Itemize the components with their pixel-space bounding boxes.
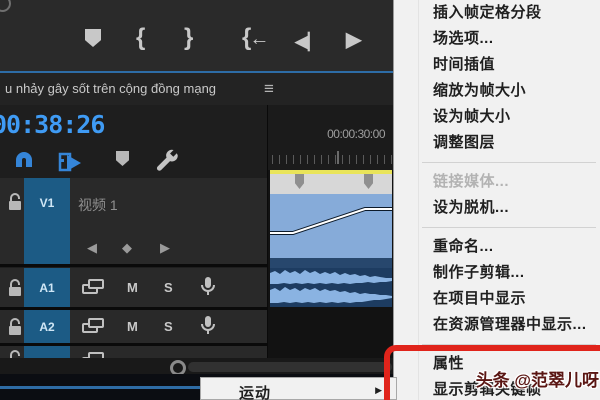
menu-separator (422, 227, 596, 228)
menu-item-10[interactable]: 制作子剪辑... (394, 260, 600, 286)
track-target-a2-button[interactable]: A2 (24, 310, 70, 343)
menu-item-7: 链接媒体... (394, 169, 600, 195)
keyframes-submenu: 运动 ▶ (200, 377, 397, 400)
menu-item-4[interactable]: 缩放为帧大小 (394, 78, 600, 104)
clip-fx-banner[interactable] (270, 174, 392, 194)
opacity-rubber-band[interactable] (270, 194, 392, 258)
mark-out-icon[interactable]: } (184, 26, 193, 50)
mark-in-icon[interactable]: { (136, 26, 145, 50)
track-header-a2: A2 M S (0, 310, 268, 343)
solo-button[interactable]: S (164, 319, 173, 334)
submenu-arrow-icon: ▶ (375, 385, 382, 396)
program-toolbar: { } {← ◀▏ ▶ (0, 0, 393, 71)
context-menu-items: 插入帧定格分段场选项...时间插值缩放为帧大小设为帧大小调整图层链接媒体...设… (394, 0, 600, 400)
menu-item-11[interactable]: 在项目中显示 (394, 286, 600, 312)
timeline-lanes (268, 170, 393, 358)
go-to-in-icon[interactable]: {← (242, 26, 267, 51)
sync-lock-icon[interactable] (82, 277, 104, 297)
ruler-major-tick (337, 151, 339, 164)
video-clip[interactable] (270, 194, 392, 258)
clip-marker-pin-icon (295, 174, 304, 189)
timeline-toolbar (0, 147, 268, 179)
lock-icon[interactable] (6, 192, 24, 212)
menu-item-2[interactable]: 场选项... (394, 26, 600, 52)
menu-item-5[interactable]: 设为帧大小 (394, 104, 600, 130)
ruler-tick-label: 00:00:30:00 (327, 127, 385, 141)
clip-divider-strip (270, 258, 392, 268)
menu-item-1[interactable]: 插入帧定格分段 (394, 0, 600, 26)
microphone-icon[interactable] (197, 275, 219, 299)
track-header-a1: A1 M S (0, 268, 268, 307)
track-name-v1[interactable]: 视频 1 (78, 195, 118, 215)
menu-item-6[interactable]: 调整图层 (394, 130, 600, 156)
time-ruler[interactable]: 00:00:30:00 (268, 105, 393, 170)
step-back-bar: ▏ (308, 34, 320, 51)
linked-selection-icon[interactable] (58, 150, 84, 176)
timeline-panel: 00:38:26 00:00:30:00 (0, 105, 393, 400)
sequence-tab-bar: u nhảy gây sốt trên cộng đồng mạng ≡ (0, 73, 393, 105)
panel-focus-border-bottom (0, 386, 200, 389)
audio-waveform (270, 268, 392, 307)
audio-clip[interactable] (270, 268, 392, 307)
menu-item-8[interactable]: 设为脱机... (394, 195, 600, 221)
lock-icon[interactable] (6, 278, 24, 298)
solo-button[interactable]: S (164, 280, 173, 295)
menu-item-12[interactable]: 在资源管理器中显示... (394, 312, 600, 338)
step-back-icon[interactable]: ◀▏ (295, 30, 320, 55)
lock-icon[interactable] (6, 349, 24, 358)
track-target-a3-button[interactable] (24, 346, 70, 358)
mute-button[interactable]: M (127, 319, 138, 334)
mute-button[interactable]: M (127, 280, 138, 295)
track-header-v1: V1 视频 1 ◀ ◆ ▶ (0, 178, 268, 264)
clip-marker-pin-icon (364, 174, 373, 189)
menu-item-3[interactable]: 时间插值 (394, 52, 600, 78)
track-target-a1-button[interactable]: A1 (24, 268, 70, 307)
panel-menu-icon[interactable]: ≡ (264, 79, 274, 99)
prev-keyframe-icon[interactable]: ◀ (87, 240, 97, 256)
playhead-timecode[interactable]: 00:38:26 (0, 110, 104, 139)
microphone-icon[interactable] (197, 314, 219, 338)
sequence-title[interactable]: u nhảy gây sốt trên cộng đồng mạng (5, 81, 260, 96)
settings-wrench-icon[interactable] (153, 148, 181, 176)
ruler-ticks (272, 155, 392, 164)
track-target-v1-button[interactable]: V1 (24, 178, 70, 264)
premiere-timeline-window: { } {← ◀▏ ▶ u nhảy gây sốt trên cộng đồn… (0, 0, 600, 400)
snap-magnet-icon[interactable] (12, 151, 36, 175)
play-icon[interactable]: ▶ (346, 28, 361, 52)
scrollbar-thumb[interactable] (188, 362, 392, 372)
sync-lock-icon[interactable] (82, 350, 104, 358)
next-keyframe-icon[interactable]: ▶ (160, 240, 170, 256)
menu-separator (422, 162, 596, 163)
track-header-a3 (0, 346, 268, 358)
go-to-in-arrow: ← (249, 28, 267, 50)
menu-item-9[interactable]: 重命名... (394, 234, 600, 260)
clip-context-menu: 插入帧定格分段场选项...时间插值缩放为帧大小设为帧大小调整图层链接媒体...设… (393, 0, 600, 400)
corner-button-icon (0, 0, 11, 12)
submenu-item-motion[interactable]: 运动 (239, 382, 271, 400)
add-keyframe-icon[interactable]: ◆ (122, 240, 132, 256)
marker-shield-icon[interactable] (116, 151, 129, 166)
add-marker-icon[interactable] (85, 29, 101, 47)
lock-icon[interactable] (6, 317, 24, 337)
watermark: 头条 @范翠儿呀 (476, 366, 599, 391)
horizontal-scrollbar[interactable] (0, 358, 393, 374)
step-back-triangle: ◀ (295, 32, 308, 51)
sync-lock-icon[interactable] (82, 316, 104, 336)
